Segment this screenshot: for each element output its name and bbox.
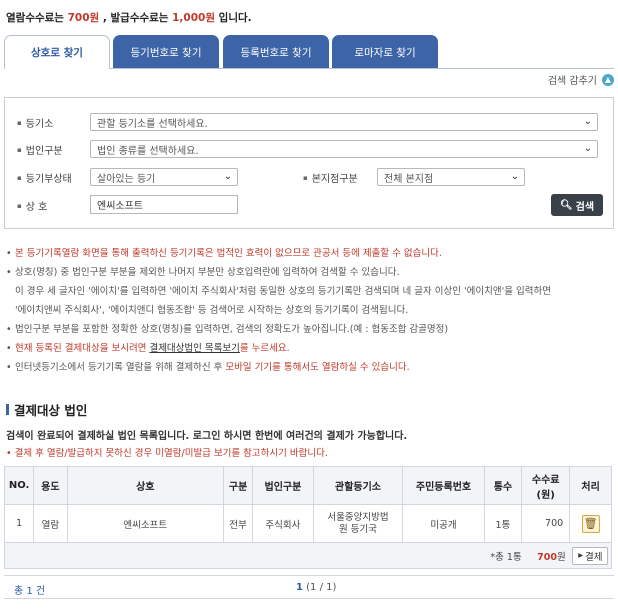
chevron-down-icon: ⌄ [510,171,519,182]
tab-by-reg-number[interactable]: 등기번호로 찾기 [113,35,219,69]
summary-spacer [4,542,485,569]
paid-list-link[interactable]: 결제대상법인 목록보기 [149,343,239,354]
company-name-input[interactable]: 엔씨소프트 [90,195,238,214]
col-corp: 법인구분 [252,466,314,505]
table-row: 1 열람 엔씨소프트 전부 주식회사 서울중앙지방법 원 등기국 미공개 1통 … [3,504,612,543]
footer-divider-bottom [4,598,614,599]
search-tabs: 상호로 찾기 등기번호로 찾기 등록번호로 찾기 로마자로 찾기 [4,35,614,69]
row-kind: 전부 [222,504,254,543]
issue-fee: 1,000원 [172,12,215,24]
status-label: 등기부상태 [17,170,72,185]
summary-fee: 700원 [521,542,570,569]
arrow-right-icon: ▸ [578,550,583,561]
row-office: 서울중앙지방법 원 등기국 [312,504,404,543]
row-count: 1통 [483,504,523,543]
page-info: (1 / 1) [306,582,337,593]
col-no: NO. [3,466,35,505]
footer-divider [4,575,614,576]
hide-search-toggle[interactable]: 검색 감추기 ▲ [548,72,614,87]
summary-count: *총 1통 [484,542,522,569]
tab-by-name[interactable]: 상호로 찾기 [4,35,110,69]
summary-action: ▸ 결제 [569,542,612,569]
magnifier-icon: 🔍︎ [559,199,573,211]
payment-table: NO. 용도 상호 구분 법인구분 관할등기소 주민등록번호 통수 수수료 (원… [3,466,612,569]
chevron-down-icon: ⌄ [583,143,592,154]
col-kind: 구분 [222,466,254,505]
row-corp: 주식회사 [252,504,314,543]
total-count: 총 1 건 [14,586,46,597]
notice-item: 본 등기기록열람 화면을 통해 출력하신 등기기록은 법적인 효력이 없으므로 … [6,244,612,263]
table-header-row: NO. 용도 상호 구분 법인구분 관할등기소 주민등록번호 통수 수수료 (원… [3,466,612,505]
search-form: 등기소 관할 등기소를 선택하세요. ⌄ 법인구분 법인 종류를 선택하세요. … [4,97,614,229]
trash-icon[interactable]: 🗑︎ [581,514,600,533]
row-fee: 700 [521,504,571,543]
col-action: 처리 [569,466,612,505]
col-count: 통수 [483,466,523,505]
notice-item-paid-list: 현재 등록된 결제대상을 보시려면 결제대상법인 목록보기를 누르세요. [6,339,612,358]
row-name: 엔씨소프트 [66,504,224,543]
section-bar [6,404,9,415]
col-name: 상호 [66,466,224,505]
chevron-down-icon: ⌄ [583,116,592,127]
notice-item: 상호(명칭) 중 법인구분 부분을 제외한 나머지 부분만 상호입력란에 입력하… [6,263,612,282]
notice-item-mobile: 인터넷등기소에서 등기기록 열람을 위해 결제하신 후 모바일 기기를 통해서도… [6,358,612,377]
view-fee: 700원 [67,12,100,24]
notice-item: '에이치앤씨 주식회사', '에이치앤디 협동조합' 등 검색어로 시작하는 상… [15,305,409,316]
pagination: 1 (1 / 1) [296,582,336,593]
row-use: 열람 [33,504,68,543]
section-description: 검색이 완료되어 결제하실 법인 목록입니다. 로그인 하시면 한번에 여러건의… [6,431,408,442]
fee-notice: 열람수수료는 700원 , 발급수수료는 1,000원 입니다. [6,12,252,24]
registry-label: 등기소 [17,115,54,130]
table-summary-row: *총 1통 700원 ▸ 결제 [4,542,612,569]
chevron-up-icon: ▲ [602,73,614,86]
notice-item: 법인구분 부분을 포함한 정확한 상호(명칭)를 입력하면, 검색의 정확도가 … [6,320,612,339]
row-no: 1 [3,504,35,543]
name-label: 상 호 [17,198,48,213]
corp-type-label: 법인구분 [17,142,63,157]
section-title: 결제대상 법인 [6,400,87,419]
chevron-down-icon: ⌄ [223,171,232,182]
row-action: 🗑︎ [569,504,612,543]
tab-by-registration-number[interactable]: 등록번호로 찾기 [223,35,329,69]
registry-select[interactable]: 관할 등기소를 선택하세요. ⌄ [90,113,598,131]
col-fee: 수수료 (원) [521,466,571,505]
section-warning: • 결제 후 열람/발급하지 못하신 경우 미열람/미발급 보기를 참고하시기 … [6,448,328,459]
page-current[interactable]: 1 [296,582,303,593]
col-use: 용도 [33,466,68,505]
hide-search-label: 검색 감추기 [547,76,597,87]
search-button[interactable]: 🔍︎ 검색 [551,194,603,216]
corp-type-select[interactable]: 법인 종류를 선택하세요. ⌄ [90,140,598,158]
status-select[interactable]: 살아있는 등기 ⌄ [90,168,238,186]
branch-select[interactable]: 전체 본지점 ⌄ [377,168,525,186]
col-rrn: 주민등록번호 [402,466,485,505]
notice-item: 이 경우 세 글자인 '에이치'를 입력하면 '에이치 주식회사'처럼 동일한 … [15,286,551,297]
col-office: 관할등기소 [312,466,404,505]
tab-by-roman[interactable]: 로마자로 찾기 [332,35,438,69]
branch-label: 본지점구분 [303,170,358,185]
row-rrn: 미공개 [402,504,485,543]
notice-list: 본 등기기록열람 화면을 통해 출력하신 등기기록은 법적인 효력이 없으므로 … [6,244,612,377]
pay-button[interactable]: ▸ 결제 [572,546,609,565]
